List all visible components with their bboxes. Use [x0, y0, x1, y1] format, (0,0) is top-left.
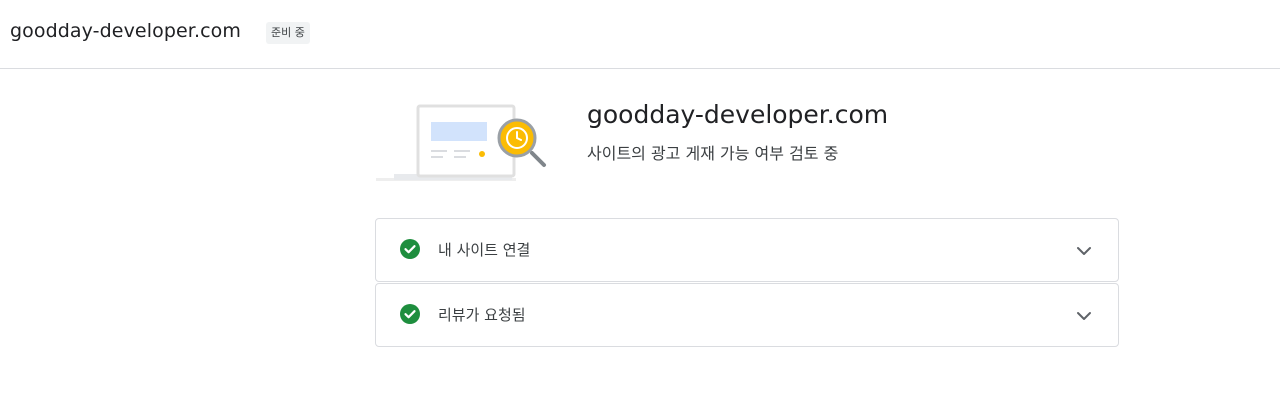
chevron-down-icon[interactable]: [1074, 306, 1094, 326]
step-label: 내 사이트 연결: [438, 241, 531, 259]
step-label: 리뷰가 요청됨: [438, 306, 526, 324]
check-circle-icon: [400, 304, 420, 324]
illustration-line: [454, 150, 470, 152]
site-review-illustration: [376, 104, 546, 181]
status-badge: 준비 중: [266, 22, 310, 44]
check-circle-icon: [400, 239, 420, 259]
hero-title: goodday-developer.com: [587, 100, 889, 129]
illustration-line: [431, 156, 443, 158]
illustration-yellow-dot: [479, 151, 485, 157]
step-connect-site[interactable]: 내 사이트 연결: [375, 218, 1119, 282]
step-review-requested[interactable]: 리뷰가 요청됨: [375, 283, 1119, 347]
top-bar: goodday-developer.com 준비 중: [0, 0, 1280, 69]
illustration-blue-block: [431, 122, 487, 141]
site-name: goodday-developer.com: [10, 20, 241, 42]
magnifier-handle: [530, 151, 546, 167]
hero-subtitle: 사이트의 광고 게재 가능 여부 검토 중: [587, 144, 839, 163]
illustration-line: [454, 156, 466, 158]
chevron-down-icon[interactable]: [1074, 241, 1094, 261]
illustration-line: [431, 150, 447, 152]
